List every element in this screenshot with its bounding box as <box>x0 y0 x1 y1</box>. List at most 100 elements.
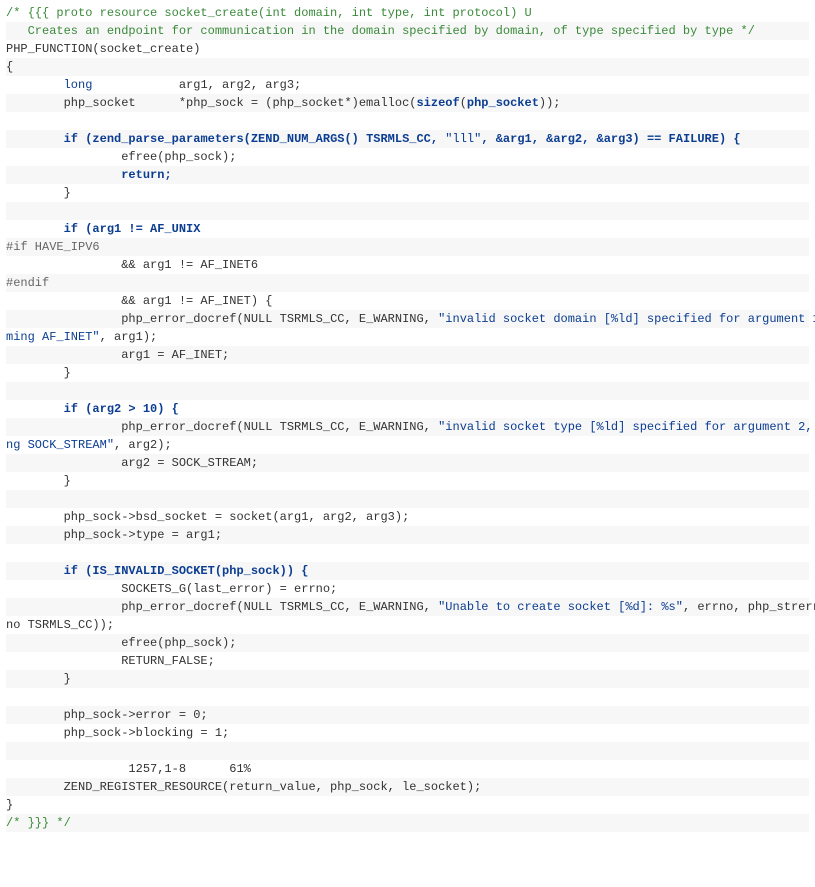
code-line: php_socket *php_sock = (php_socket*)emal… <box>6 94 809 112</box>
code-segment: efree(php_sock); <box>6 636 236 650</box>
code-segment: "lll" <box>445 132 481 146</box>
code-line: && arg1 != AF_INET6 <box>6 256 809 274</box>
code-segment: "invalid socket domain [%ld] specified f… <box>438 312 815 326</box>
code-line <box>6 382 809 400</box>
code-segment: (ZEND_NUM_ARGS() TSRMLS_CC, <box>244 132 446 146</box>
code-segment: && arg1 != AF_INET) { <box>6 294 272 308</box>
code-line: efree(php_sock); <box>6 634 809 652</box>
code-segment: php_sock->bsd_socket = socket(arg1, arg2… <box>6 510 409 524</box>
code-segment: php_socket *php_sock = (php_socket*)emal… <box>6 96 416 110</box>
code-segment: php_sock->type = arg1; <box>6 528 222 542</box>
code-segment: , &arg1, &arg2, &arg3) == FAILURE) { <box>481 132 740 146</box>
code-segment: php_error_docref( <box>6 312 244 326</box>
code-segment: } <box>6 186 71 200</box>
code-line: SOCKETS_G(last_error) = errno; <box>6 580 809 598</box>
code-segment <box>6 222 64 236</box>
code-line: ming AF_INET", arg1); <box>6 328 809 346</box>
code-segment: ; <box>200 708 207 722</box>
code-line: no TSRMLS_CC)); <box>6 616 809 634</box>
code-segment: /* }}} */ <box>6 816 71 830</box>
code-line: arg2 = SOCK_STREAM; <box>6 454 809 472</box>
code-segment: )); <box>539 96 561 110</box>
code-line: long arg1, arg2, arg3; <box>6 76 809 94</box>
code-line: efree(php_sock); <box>6 148 809 166</box>
code-segment: } <box>6 672 71 686</box>
code-line <box>6 112 809 130</box>
code-segment: TSRMLS_CC, E_WARNING, <box>272 600 438 614</box>
code-segment: php_error_docref( <box>6 600 244 614</box>
code-segment: return <box>121 168 164 182</box>
code-line: ng SOCK_STREAM", arg2); <box>6 436 809 454</box>
code-segment: "invalid socket type [%ld] specified for… <box>438 420 815 434</box>
code-line: php_sock->blocking = 1; <box>6 724 809 742</box>
code-line: } <box>6 184 809 202</box>
code-segment: SOCKETS_G(last_error) = errno; <box>6 582 337 596</box>
code-segment: TSRMLS_CC, E_WARNING, <box>272 420 438 434</box>
code-segment: 1 <box>215 726 222 740</box>
code-line: #if HAVE_IPV6 <box>6 238 809 256</box>
code-segment <box>6 132 64 146</box>
code-segment: (arg2 > <box>78 402 143 416</box>
code-segment: { <box>6 60 13 74</box>
code-line: 1257,1-8 61% <box>6 760 809 778</box>
code-segment: php_sock->error = <box>6 708 193 722</box>
code-segment: ming AF_INET" <box>6 330 100 344</box>
code-segment: php_error_docref( <box>6 420 244 434</box>
code-segment: sizeof <box>416 96 459 110</box>
code-line <box>6 742 809 760</box>
code-segment: php_sock->blocking = <box>6 726 215 740</box>
code-segment: if <box>64 222 78 236</box>
code-line: php_sock->type = arg1; <box>6 526 809 544</box>
code-segment: ng SOCK_STREAM" <box>6 438 114 452</box>
code-segment: long <box>64 78 93 92</box>
code-line: if (arg1 != AF_UNIX <box>6 220 809 238</box>
code-segment: NULL <box>244 312 273 326</box>
code-line: return; <box>6 166 809 184</box>
code-segment: (arg1 != AF_UNIX <box>78 222 200 236</box>
code-segment: NULL <box>244 420 273 434</box>
code-line: } <box>6 364 809 382</box>
code-segment: ) { <box>157 402 179 416</box>
code-line: /* }}} */ <box>6 814 809 832</box>
code-segment: if <box>64 132 78 146</box>
code-segment: , errno, php_strerror(err <box>683 600 815 614</box>
code-segment: , arg2); <box>114 438 172 452</box>
code-segment: #if HAVE_IPV6 <box>6 240 100 254</box>
code-line <box>6 202 809 220</box>
code-line <box>6 490 809 508</box>
code-line: php_error_docref(NULL TSRMLS_CC, E_WARNI… <box>6 310 809 328</box>
code-segment: Creates an endpoint for communication in… <box>6 24 755 38</box>
code-segment: /* {{{ proto resource socket_create(int … <box>6 6 532 20</box>
code-segment: } <box>6 798 13 812</box>
code-line <box>6 688 809 706</box>
code-line: if (zend_parse_parameters(ZEND_NUM_ARGS(… <box>6 130 809 148</box>
code-segment: 1257,1-8 61% <box>6 762 251 776</box>
code-line: arg1 = AF_INET; <box>6 346 809 364</box>
code-segment: ( <box>78 132 92 146</box>
code-segment: ; <box>164 168 171 182</box>
code-segment: (IS_INVALID_SOCKET(php_sock)) { <box>78 564 308 578</box>
code-segment: if <box>64 564 78 578</box>
code-line: Creates an endpoint for communication in… <box>6 22 809 40</box>
code-segment: RETURN_FALSE; <box>6 654 215 668</box>
code-segment: arg1 = AF_INET; <box>6 348 229 362</box>
code-segment: , arg1); <box>100 330 158 344</box>
code-line: php_sock->error = 0; <box>6 706 809 724</box>
code-segment: no TSRMLS_CC)); <box>6 618 114 632</box>
code-segment: } <box>6 366 71 380</box>
code-segment: "Unable to create socket [%d]: %s" <box>438 600 683 614</box>
code-segment: arg2 = SOCK_STREAM; <box>6 456 258 470</box>
code-segment: PHP_FUNCTION(socket_create) <box>6 42 200 56</box>
code-line: && arg1 != AF_INET) { <box>6 292 809 310</box>
code-segment: NULL <box>244 600 273 614</box>
code-line: #endif <box>6 274 809 292</box>
code-segment <box>6 564 64 578</box>
code-segment: php_socket <box>467 96 539 110</box>
code-segment: efree(php_sock); <box>6 150 236 164</box>
code-segment <box>6 78 64 92</box>
code-segment: zend_parse_parameters <box>92 132 243 146</box>
code-line: RETURN_FALSE; <box>6 652 809 670</box>
code-line: php_sock->bsd_socket = socket(arg1, arg2… <box>6 508 809 526</box>
code-segment: && arg1 != AF_INET6 <box>6 258 258 272</box>
code-segment <box>6 168 121 182</box>
